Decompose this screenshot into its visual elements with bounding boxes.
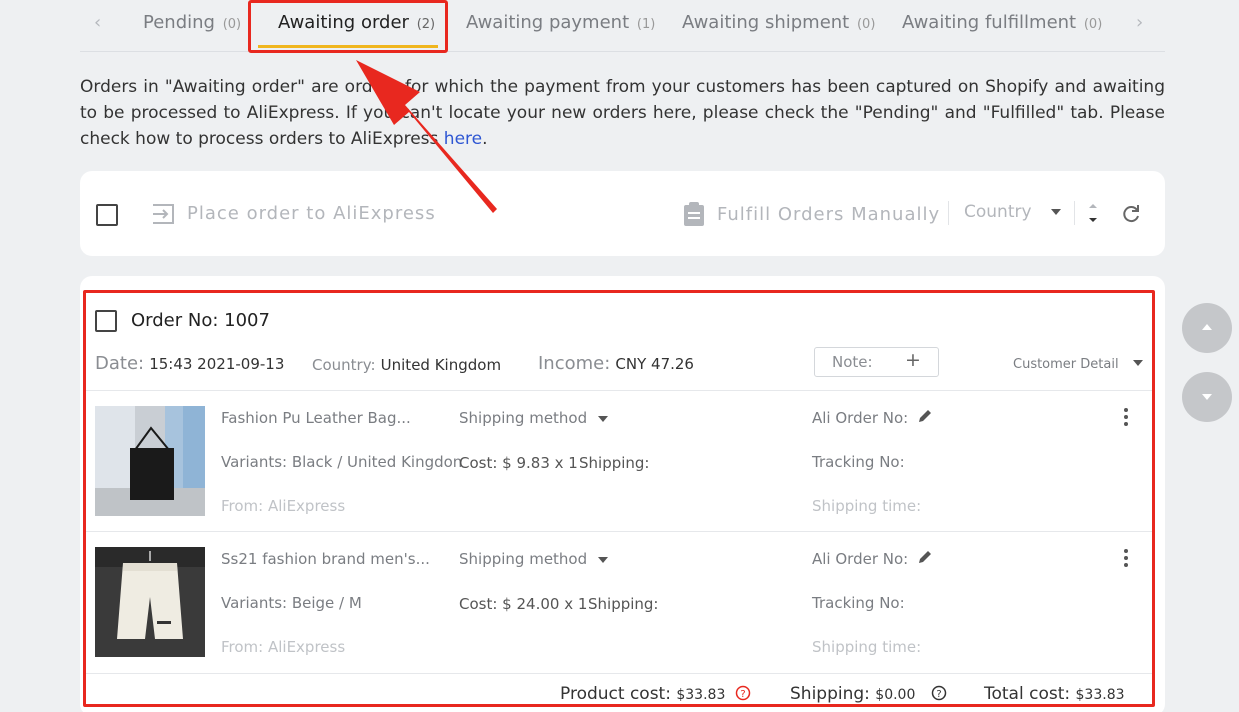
awaiting-order-description: Orders in "Awaiting order" are orders fo… — [80, 77, 1165, 149]
highlight-box-order — [83, 290, 1155, 707]
bulk-action-bar: Place order to AliExpress Fulfill Orders… — [80, 171, 1165, 256]
refresh-icon[interactable] — [1121, 203, 1141, 223]
highlight-box-tab — [248, 0, 448, 53]
divider — [948, 201, 949, 225]
chevron-left-icon[interactable]: ‹ — [94, 12, 101, 33]
tab-awaiting-fulfillment[interactable]: Awaiting fulfillment (0) — [902, 12, 1102, 33]
sort-toggle[interactable] — [1088, 202, 1098, 226]
caret-down-icon — [1050, 209, 1061, 215]
tab-pending[interactable]: Pending (0) — [143, 12, 241, 33]
scroll-up-button[interactable] — [1182, 303, 1232, 353]
tab-awaiting-payment[interactable]: Awaiting payment (1) — [466, 12, 655, 33]
sort-icon — [1089, 204, 1097, 222]
clipboard-icon — [684, 202, 704, 226]
help-link[interactable]: here — [444, 129, 482, 149]
country-filter-select[interactable]: Country — [964, 202, 1061, 222]
import-icon — [153, 204, 174, 224]
order-status-tabs: ‹ Pending (0) Awaiting order (2) Awaitin… — [80, 0, 1165, 52]
caret-down-icon — [1202, 394, 1212, 400]
chevron-right-icon[interactable]: › — [1136, 12, 1143, 33]
scroll-down-button[interactable] — [1182, 372, 1232, 422]
select-all-checkbox[interactable] — [96, 204, 118, 226]
tab-awaiting-shipment[interactable]: Awaiting shipment (0) — [682, 12, 875, 33]
divider — [1074, 201, 1075, 225]
caret-up-icon — [1202, 324, 1212, 330]
